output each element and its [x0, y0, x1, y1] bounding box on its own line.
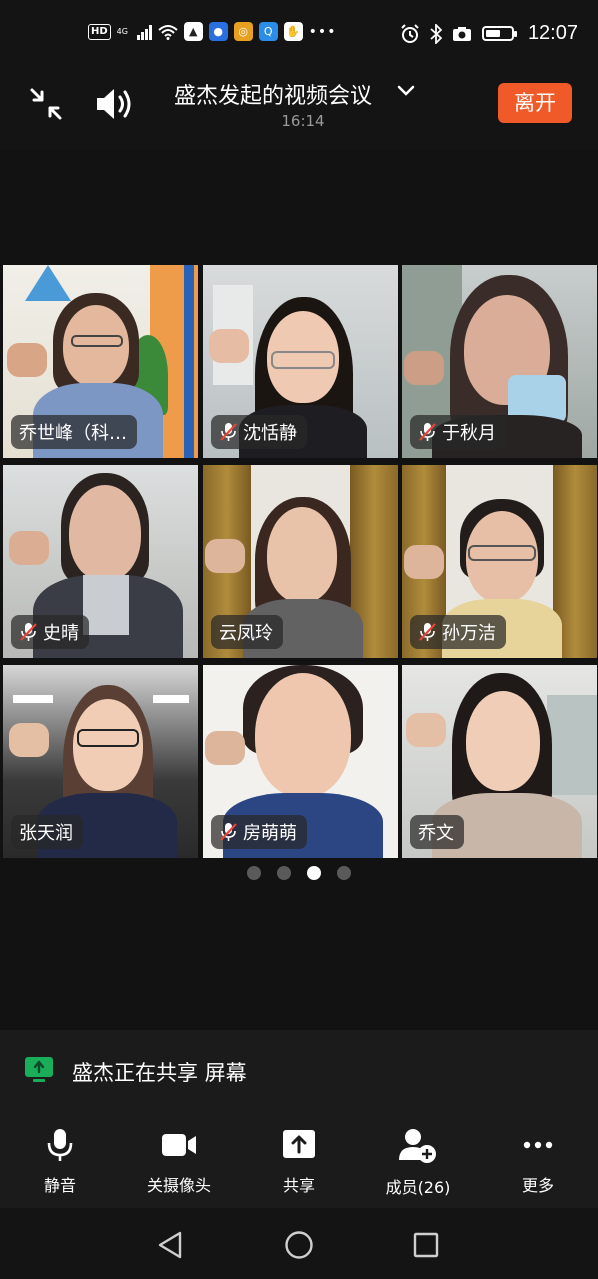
more-button[interactable]: 更多 — [488, 1128, 588, 1196]
participant-name-tag: 云凤玲 — [211, 615, 283, 649]
more-dots-icon — [523, 1141, 553, 1149]
meeting-title[interactable]: 盛杰发起的视频会议 — [174, 78, 372, 110]
app-icon: Q — [258, 22, 278, 41]
chevron-down-icon[interactable] — [396, 80, 416, 100]
hd-badge: HD — [88, 23, 111, 40]
alarm-icon — [401, 23, 419, 43]
participant-name-tag: 乔文 — [410, 815, 464, 849]
page-dot[interactable] — [337, 866, 351, 880]
participant-name-tag: 史晴 — [11, 615, 89, 649]
participant-name-tag: 孙万洁 — [410, 615, 506, 649]
bluetooth-icon — [430, 23, 442, 44]
more-icon: ••• — [308, 23, 337, 40]
screen-share-icon — [25, 1057, 53, 1082]
participant-name: 沈恬静 — [243, 423, 297, 444]
video-tile[interactable]: 于秋月 — [402, 265, 597, 458]
network-type: 4G — [116, 26, 128, 36]
mic-off-icon — [419, 423, 436, 441]
video-camera-icon — [162, 1134, 196, 1156]
microphone-icon — [47, 1129, 73, 1161]
page-indicator[interactable] — [247, 866, 351, 880]
video-tile[interactable]: 乔世峰（科… — [3, 265, 198, 458]
page-dot[interactable] — [247, 866, 261, 880]
participant-name-tag: 乔世峰（科… — [11, 415, 137, 449]
wifi-icon — [158, 24, 178, 40]
share-upload-icon — [283, 1130, 315, 1158]
mute-label: 静音 — [43, 1176, 76, 1195]
participant-name: 乔世峰（科… — [19, 423, 127, 444]
video-tile[interactable]: 张天润 — [3, 665, 198, 858]
participant-name-tag: 于秋月 — [410, 415, 506, 449]
camera-label: 关摄像头 — [146, 1176, 211, 1195]
participant-name: 孙万洁 — [442, 623, 496, 644]
video-tile[interactable]: 云凤玲 — [203, 465, 398, 658]
mic-off-icon — [419, 623, 436, 641]
participant-name-tag: 张天润 — [11, 815, 83, 849]
meeting-header: 盛杰发起的视频会议 16:14 离开 — [0, 68, 598, 150]
home-icon[interactable] — [284, 1230, 314, 1260]
mute-button[interactable]: 静音 — [10, 1128, 110, 1196]
camera-icon — [452, 26, 471, 41]
participant-name: 云凤玲 — [219, 623, 273, 644]
add-member-icon — [399, 1129, 436, 1163]
signal-icon — [136, 24, 152, 40]
app-icon: ◎ — [233, 22, 253, 41]
members-label: 成员(26) — [385, 1178, 451, 1197]
share-status-text: 盛杰正在共享 屏幕 — [72, 1061, 247, 1085]
participant-name-tag: 房萌萌 — [211, 815, 307, 849]
video-tile[interactable]: 孙万洁 — [402, 465, 597, 658]
participant-name: 乔文 — [418, 823, 454, 844]
participant-name: 张天润 — [19, 823, 73, 844]
battery-icon — [481, 26, 517, 41]
screen-share-banner[interactable]: 盛杰正在共享 屏幕 — [0, 1030, 598, 1112]
camera-off-button[interactable]: 关摄像头 — [129, 1128, 229, 1196]
video-tile[interactable]: 乔文 — [402, 665, 597, 858]
mic-off-icon — [220, 423, 237, 441]
video-tile[interactable]: 沈恬静 — [203, 265, 398, 458]
clock: 12:07 — [527, 22, 578, 44]
more-label: 更多 — [521, 1176, 554, 1195]
system-nav-bar — [0, 1208, 598, 1279]
participant-name-tag: 沈恬静 — [211, 415, 307, 449]
participant-name: 史晴 — [43, 623, 79, 644]
members-button[interactable]: 成员(26) — [368, 1128, 468, 1198]
video-grid: 乔世峰（科… 沈恬静 于秋月 史晴 云凤玲 孙万洁 张天润 房萌萌 乔文 — [0, 265, 598, 860]
app-icon: ● — [208, 22, 228, 41]
back-icon[interactable] — [156, 1230, 184, 1260]
participant-name: 于秋月 — [442, 423, 496, 444]
app-icon: ▲ — [183, 22, 203, 41]
status-right: 12:07 — [400, 22, 578, 45]
share-label: 共享 — [282, 1176, 315, 1195]
status-bar: HD 4G ▲ ● ◎ Q ✋ ••• 12:07 — [0, 0, 598, 68]
page-dot[interactable] — [277, 866, 291, 880]
app-icon: ✋ — [283, 22, 303, 41]
meeting-toolbar: 静音 关摄像头 共享 成员(26) 更多 — [0, 1112, 598, 1208]
page-dot-active[interactable] — [307, 866, 321, 880]
leave-button[interactable]: 离开 — [498, 83, 572, 123]
participant-name: 房萌萌 — [243, 823, 297, 844]
mic-off-icon — [220, 823, 237, 841]
recent-apps-icon[interactable] — [412, 1231, 440, 1259]
status-left: HD 4G ▲ ● ◎ Q ✋ ••• — [88, 22, 336, 41]
share-button[interactable]: 共享 — [249, 1128, 349, 1196]
mic-off-icon — [20, 623, 37, 641]
video-tile[interactable]: 房萌萌 — [203, 665, 398, 858]
video-tile[interactable]: 史晴 — [3, 465, 198, 658]
